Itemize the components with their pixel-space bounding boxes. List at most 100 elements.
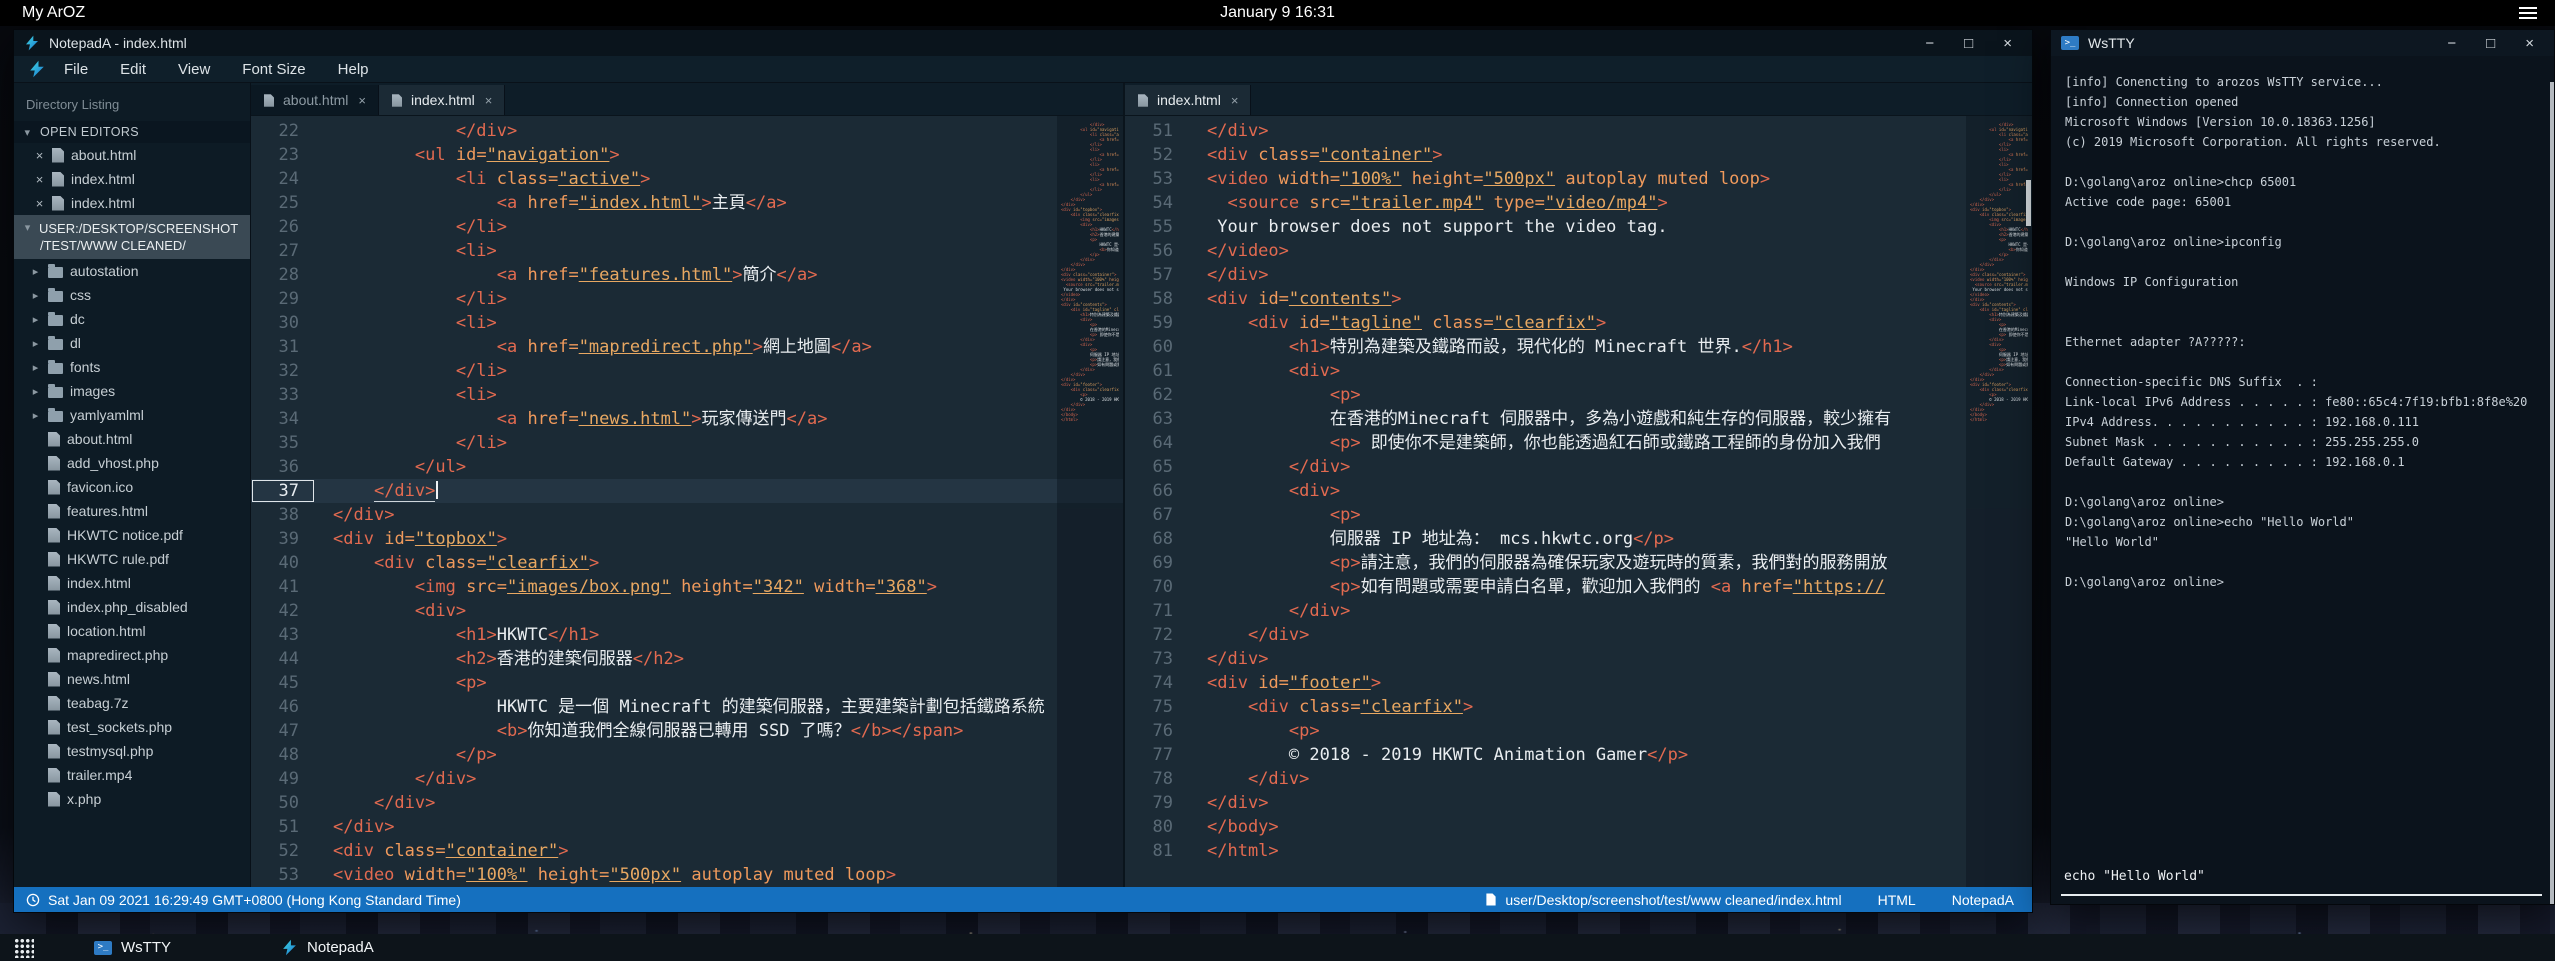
code-line-75[interactable]: 75 <div class="clearfix"> [1125, 695, 2032, 719]
sidebar-folder-dl[interactable]: ▸dl [14, 331, 250, 355]
taskbar-item-wstty[interactable]: >_ WsTTY [80, 934, 185, 961]
code-line-52[interactable]: 52<div class="container"> [1125, 143, 2032, 167]
code-line-70[interactable]: 70 <p>如有問題或需要申請白名單，歡迎加入我們的 <a href="http… [1125, 575, 2032, 599]
code-line-61[interactable]: 61 <div> [1125, 359, 2032, 383]
code-line-43[interactable]: 43 <h1>HKWTC</h1> [251, 623, 1123, 647]
code-line-66[interactable]: 66 <div> [1125, 479, 2032, 503]
menu-edit[interactable]: Edit [120, 61, 146, 78]
sidebar-file-teabag.7z[interactable]: teabag.7z [14, 691, 250, 715]
code-line-73[interactable]: 73</div> [1125, 647, 2032, 671]
code-line-62[interactable]: 62 <p> [1125, 383, 2032, 407]
code-line-48[interactable]: 48 </p> [251, 743, 1123, 767]
scrollbar-thumb[interactable] [2026, 180, 2031, 226]
minimap-left[interactable]: </div> <ul id="navigation"> <li class="a… [1057, 116, 1123, 887]
code-line-36[interactable]: 36 </ul> [251, 455, 1123, 479]
code-line-33[interactable]: 33 <li> [251, 383, 1123, 407]
code-line-52[interactable]: 52<div class="container"> [251, 839, 1123, 863]
maximize-icon[interactable]: □ [2486, 36, 2495, 51]
wstty-titlebar[interactable]: >_ WsTTY − □ × [2051, 30, 2554, 56]
sidebar-file-add_vhost.php[interactable]: add_vhost.php [14, 451, 250, 475]
minimize-icon[interactable]: − [2447, 36, 2456, 51]
code-line-38[interactable]: 38</div> [251, 503, 1123, 527]
code-line-74[interactable]: 74<div id="footer"> [1125, 671, 2032, 695]
code-line-31[interactable]: 31 <a href="mapredirect.php">網上地圖</a> [251, 335, 1123, 359]
code-line-39[interactable]: 39<div id="topbox"> [251, 527, 1123, 551]
code-line-54[interactable]: 54 <source src="trailer.mp4" type="video… [1125, 191, 2032, 215]
code-line-79[interactable]: 79</div> [1125, 791, 2032, 815]
sidebar-file-location.html[interactable]: location.html [14, 619, 250, 643]
close-icon[interactable]: × [34, 172, 45, 187]
code-line-51[interactable]: 51</div> [251, 815, 1123, 839]
terminal-input[interactable]: echo "Hello World" [2061, 865, 2542, 896]
code-line-53[interactable]: 53<video width="100%" height="500px" aut… [1125, 167, 2032, 191]
tab-index.html[interactable]: index.html× [379, 85, 505, 115]
taskbar-item-notepada[interactable]: NotepadA [267, 934, 388, 961]
system-menu-icon[interactable] [2519, 7, 2537, 19]
code-line-46[interactable]: 46 HKWTC 是一個 Minecraft 的建築伺服器，主要建築計劃包括鐵路… [251, 695, 1123, 719]
code-line-58[interactable]: 58<div id="contents"> [1125, 287, 2032, 311]
sidebar-file-favicon.ico[interactable]: favicon.ico [14, 475, 250, 499]
menu-view[interactable]: View [178, 61, 210, 78]
menu-font-size[interactable]: Font Size [242, 61, 305, 78]
close-icon[interactable]: × [2003, 36, 2012, 51]
code-line-72[interactable]: 72 </div> [1125, 623, 2032, 647]
code-line-24[interactable]: 24 <li class="active"> [251, 167, 1123, 191]
sidebar-folder-dc[interactable]: ▸dc [14, 307, 250, 331]
code-line-77[interactable]: 77 © 2018 - 2019 HKWTC Animation Gamer</… [1125, 743, 2032, 767]
sidebar-file-mapredirect.php[interactable]: mapredirect.php [14, 643, 250, 667]
code-line-51[interactable]: 51</div> [1125, 119, 2032, 143]
tab-close-icon[interactable]: × [485, 93, 493, 108]
code-line-71[interactable]: 71 </div> [1125, 599, 2032, 623]
code-line-26[interactable]: 26 </li> [251, 215, 1123, 239]
code-line-37[interactable]: 37 </div> [251, 479, 1123, 503]
close-icon[interactable]: × [2525, 36, 2534, 51]
close-icon[interactable]: × [34, 196, 45, 211]
code-line-45[interactable]: 45 <p> [251, 671, 1123, 695]
sidebar-folder-yamlyamlml[interactable]: ▸yamlyamlml [14, 403, 250, 427]
code-editor-left[interactable]: 22 </div>23 <ul id="navigation">24 <li c… [251, 116, 1123, 887]
menu-help[interactable]: Help [338, 61, 369, 78]
code-line-23[interactable]: 23 <ul id="navigation"> [251, 143, 1123, 167]
code-line-32[interactable]: 32 </li> [251, 359, 1123, 383]
code-line-63[interactable]: 63 在香港的Minecraft 伺服器中，多為小遊戲和純生存的伺服器，較少擁有 [1125, 407, 2032, 431]
tab-about.html[interactable]: about.html× [251, 85, 379, 115]
code-line-49[interactable]: 49 </div> [251, 767, 1123, 791]
sidebar-folder-autostation[interactable]: ▸autostation [14, 259, 250, 283]
code-line-42[interactable]: 42 <div> [251, 599, 1123, 623]
sidebar-file-testmysql.php[interactable]: testmysql.php [14, 739, 250, 763]
tab-close-icon[interactable]: × [358, 93, 366, 108]
code-line-34[interactable]: 34 <a href="news.html">玩家傳送門</a> [251, 407, 1123, 431]
code-line-50[interactable]: 50 </div> [251, 791, 1123, 815]
code-line-60[interactable]: 60 <h1>特別為建築及鐵路而設，現代化的 Minecraft 世界.</h1… [1125, 335, 2032, 359]
code-line-68[interactable]: 68 伺服器 IP 地址為： mcs.hkwtc.org</p> [1125, 527, 2032, 551]
sidebar-file-test_sockets.php[interactable]: test_sockets.php [14, 715, 250, 739]
sidebar-file-x.php[interactable]: x.php [14, 787, 250, 811]
code-line-40[interactable]: 40 <div class="clearfix"> [251, 551, 1123, 575]
tab-close-icon[interactable]: × [1231, 93, 1239, 108]
sidebar-file-about.html[interactable]: about.html [14, 427, 250, 451]
sidebar-file-features.html[interactable]: features.html [14, 499, 250, 523]
code-line-65[interactable]: 65 </div> [1125, 455, 2032, 479]
code-line-27[interactable]: 27 <li> [251, 239, 1123, 263]
sidebar-folder-fonts[interactable]: ▸fonts [14, 355, 250, 379]
minimize-icon[interactable]: − [1925, 36, 1934, 51]
close-icon[interactable]: × [34, 148, 45, 163]
terminal-scrollbar[interactable] [2550, 82, 2554, 904]
code-line-76[interactable]: 76 <p> [1125, 719, 2032, 743]
start-menu-button[interactable] [0, 934, 46, 961]
code-line-28[interactable]: 28 <a href="features.html">簡介</a> [251, 263, 1123, 287]
tab-index.html[interactable]: index.html× [1125, 85, 1251, 115]
menu-file[interactable]: File [64, 61, 88, 78]
sidebar-file-news.html[interactable]: news.html [14, 667, 250, 691]
code-line-53[interactable]: 53<video width="100%" height="500px" aut… [251, 863, 1123, 887]
code-line-57[interactable]: 57</div> [1125, 263, 2032, 287]
sidebar-file-index.php_disabled[interactable]: index.php_disabled [14, 595, 250, 619]
code-line-47[interactable]: 47 <b>你知道我們全線伺服器已轉用 SSD 了嗎？</b></span> [251, 719, 1123, 743]
code-line-59[interactable]: 59 <div id="tagline" class="clearfix"> [1125, 311, 2032, 335]
code-line-78[interactable]: 78 </div> [1125, 767, 2032, 791]
sidebar-file-trailer.mp4[interactable]: trailer.mp4 [14, 763, 250, 787]
sidebar-file-index.html[interactable]: index.html [14, 571, 250, 595]
open-editor-item[interactable]: ×about.html [14, 143, 250, 167]
code-line-44[interactable]: 44 <h2>香港的建築伺服器</h2> [251, 647, 1123, 671]
code-line-56[interactable]: 56</video> [1125, 239, 2032, 263]
